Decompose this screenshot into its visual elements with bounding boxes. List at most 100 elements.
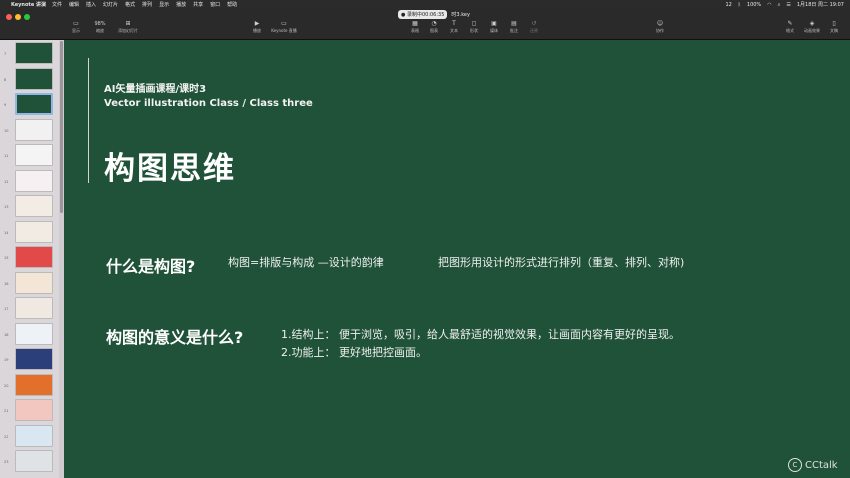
slide-thumbnail[interactable] (15, 67, 53, 90)
menu-view[interactable]: 显示 (159, 1, 169, 8)
slide-thumbnail[interactable] (15, 144, 53, 166)
slide-thumbnail-row[interactable]: 21 (2, 399, 56, 421)
slide-thumbnail[interactable] (15, 93, 53, 115)
collaborate-icon: ☺ (656, 20, 664, 27)
shape-icon: ◻ (471, 20, 477, 27)
slide-number: 18 (4, 332, 9, 337)
fullscreen-window-button[interactable] (24, 14, 30, 20)
revert-button[interactable]: ↺ 还原 (520, 20, 548, 34)
collaborate-button[interactable]: ☺ 协作 (646, 20, 674, 34)
menu-edit[interactable]: 编辑 (69, 1, 79, 8)
slide-thumbnail-row[interactable]: 10 (2, 118, 56, 141)
menu-share[interactable]: 共享 (193, 1, 203, 8)
menu-insert[interactable]: 插入 (86, 1, 96, 8)
cctalk-logo-icon: C (788, 458, 802, 472)
slide-thumbnail-row[interactable]: 20 (2, 373, 56, 396)
slide-canvas[interactable]: AI矢量插画课程/课时3 Vector illustration Class /… (64, 40, 850, 478)
slide-thumbnail-row[interactable]: 22 (2, 424, 56, 447)
slide-thumbnail-row[interactable]: 23 (2, 450, 56, 472)
play-button[interactable]: ▶ 播放 (243, 20, 271, 34)
menu-window[interactable]: 窗口 (210, 1, 220, 8)
menu-app-name[interactable]: Keynote 讲演 (11, 1, 46, 8)
point-two[interactable]: 2.功能上： 更好地把控画面。 (281, 344, 427, 360)
slide-thumbnail-row[interactable]: 7 (2, 42, 56, 64)
slide-number: 14 (4, 230, 9, 235)
slide-thumbnail-row[interactable]: 9 (2, 93, 56, 115)
menu-help[interactable]: 帮助 (227, 1, 237, 8)
slide-number: 11 (4, 154, 9, 158)
clock[interactable]: 1月18日 周二 19:07 (797, 1, 844, 8)
slide-number: 7 (4, 52, 7, 56)
slide-number: 20 (4, 383, 9, 388)
document-title: ● 录制中00:06:35 时3.key (398, 10, 470, 19)
minimize-window-button[interactable] (15, 14, 21, 20)
slide-thumbnail[interactable] (15, 373, 53, 396)
slide-thumbnail[interactable] (15, 118, 53, 141)
file-name: 时3.key (451, 12, 470, 18)
zoom-value: 98% (94, 21, 106, 27)
course-title-cn[interactable]: AI矢量插画课程/课时3 (104, 80, 206, 95)
slide-thumbnail-row[interactable]: 17 (2, 297, 56, 319)
slide-thumbnail-row[interactable]: 12 (2, 169, 56, 192)
slide-thumbnail[interactable] (15, 322, 53, 345)
close-window-button[interactable] (6, 14, 12, 20)
slide-title[interactable]: 构图思维 (104, 143, 236, 188)
slide-thumbnail[interactable] (15, 169, 53, 192)
slide-thumbnail-row[interactable]: 8 (2, 67, 56, 90)
wifi-icon[interactable]: ◠ (767, 2, 771, 8)
slide-thumbnail[interactable] (15, 297, 53, 319)
slide-thumbnail[interactable] (15, 424, 53, 447)
slide-thumbnail-row[interactable]: 14 (2, 220, 56, 243)
slide-thumbnail[interactable] (15, 246, 53, 268)
recording-indicator[interactable]: ● 录制中00:06:35 (398, 10, 448, 19)
course-title-en[interactable]: Vector illustration Class / Class three (104, 98, 313, 109)
watermark-text: CCtalk (805, 459, 838, 471)
navigator-scrollbar-thumb[interactable] (60, 41, 63, 213)
menu-play[interactable]: 播放 (176, 1, 186, 8)
question-one-description[interactable]: 把图形用设计的形式进行排列（重复、排列、对称) (438, 254, 684, 270)
question-two[interactable]: 构图的意义是什么? (106, 324, 243, 348)
slide-thumbnail[interactable] (15, 450, 53, 472)
search-icon[interactable]: ⌕ (778, 2, 781, 8)
control-center-icon[interactable]: ☰ (786, 2, 790, 8)
slide-number: 17 (4, 307, 9, 311)
live-icon: ▭ (281, 20, 287, 27)
question-one-definition[interactable]: 构图=排版与构成 —设计的韵律 (228, 254, 384, 270)
menu-file[interactable]: 文件 (52, 1, 62, 8)
slide-thumbnail-row[interactable]: 19 (2, 348, 56, 370)
menu-arrange[interactable]: 排列 (142, 1, 152, 8)
question-one[interactable]: 什么是构图? (106, 253, 195, 277)
table-icon: ▦ (412, 20, 418, 27)
menu-bar: Keynote 讲演 文件 编辑 插入 幻灯片 格式 排列 显示 播放 共享 窗… (0, 0, 850, 9)
slide-thumbnail-row[interactable]: 11 (2, 144, 56, 166)
calendar-badge[interactable]: 12 (726, 2, 732, 8)
slide-thumbnail[interactable] (15, 399, 53, 421)
menu-format[interactable]: 格式 (125, 1, 135, 8)
media-icon: ▣ (491, 20, 497, 27)
slide-thumbnail[interactable] (15, 195, 53, 217)
slide-thumbnail-row[interactable]: 13 (2, 195, 56, 217)
slide-thumbnail[interactable] (15, 348, 53, 370)
keynote-live-button[interactable]: ▭ Keynote 直播 (270, 20, 298, 34)
window-controls (6, 14, 30, 20)
slide-thumbnail-row[interactable]: 16 (2, 271, 56, 294)
comment-icon: ▤ (511, 20, 517, 27)
add-slide-button[interactable]: ⊞ 添加幻灯片 (114, 20, 142, 34)
slide-thumbnail[interactable] (15, 220, 53, 243)
zoom-button[interactable]: 98% 缩放 (86, 20, 114, 34)
slide-thumbnail[interactable] (15, 42, 53, 64)
toolbar: ● 录制中00:06:35 时3.key ▭ 显示 98% 缩放 ⊞ 添加幻灯片 ▶ 播… (0, 9, 850, 40)
battery-level[interactable]: 100% (747, 2, 761, 8)
slide-thumbnail-row[interactable]: 18 (2, 322, 56, 345)
menu-slide[interactable]: 幻灯片 (103, 1, 118, 8)
slide-number: 16 (4, 281, 9, 286)
slide-number: 21 (4, 409, 9, 413)
slide-thumbnail[interactable] (15, 271, 53, 294)
point-one[interactable]: 1.结构上： 便于浏览，吸引，给人最舒适的视觉效果，让画面内容有更好的呈现。 (281, 326, 680, 342)
bluetooth-icon[interactable]: ᛒ (738, 2, 741, 8)
slide-navigator[interactable]: 7 8 9 10 11 12 13 14 15 16 17 18 19 20 21 22 23 (0, 40, 64, 478)
slide-thumbnail-row[interactable]: 15 (2, 246, 56, 268)
play-icon: ▶ (254, 20, 260, 27)
document-button[interactable]: ▯ 文稿 (820, 20, 848, 34)
status-area: 12 ᛒ 100% ◠ ⌕ ☰ 1月18日 周二 19:07 (726, 0, 845, 9)
